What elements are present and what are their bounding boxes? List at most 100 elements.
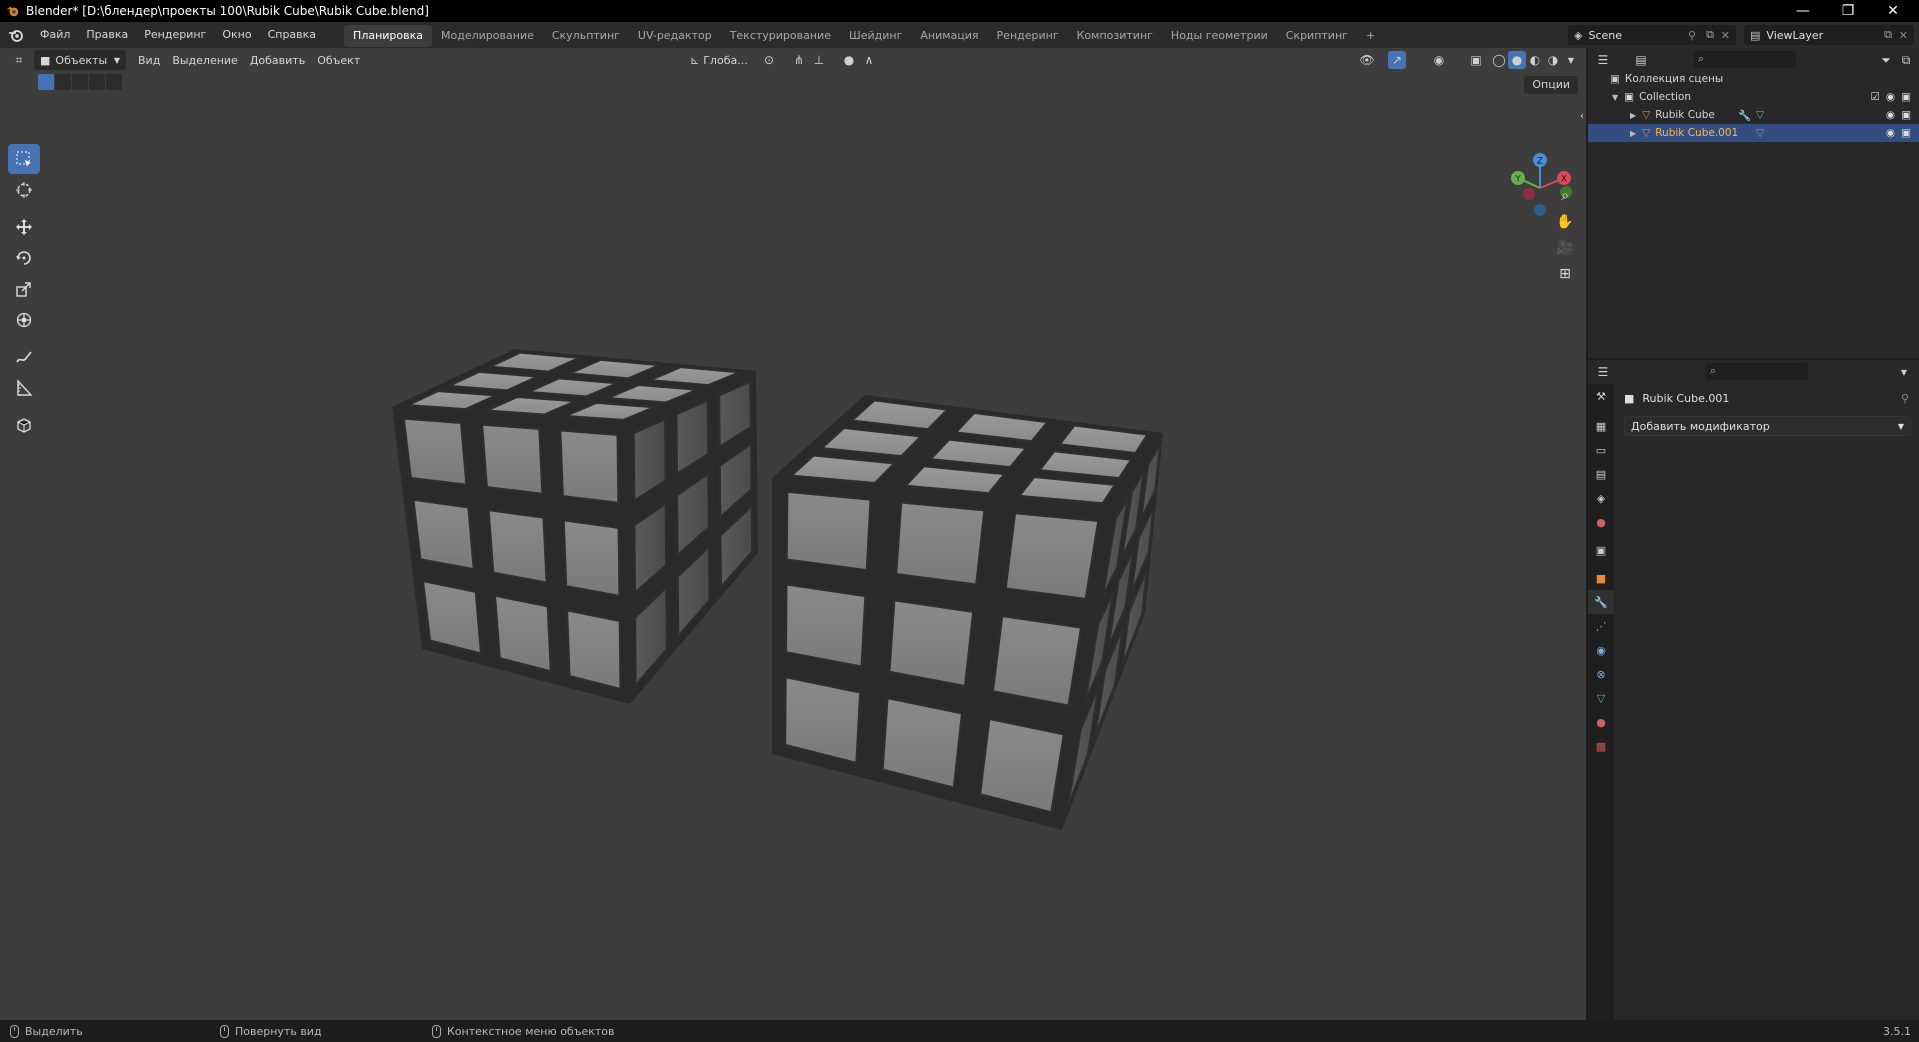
tab-view-layer[interactable]: ▤	[1588, 462, 1614, 486]
workspace-tab-rendering[interactable]: Рендеринг	[988, 25, 1068, 47]
disclosure-triangle-icon[interactable]: ▼	[1612, 93, 1618, 102]
menu-window[interactable]: Окно	[214, 22, 259, 48]
select-invert-icon[interactable]	[89, 74, 105, 90]
gizmo-neg-x-axis[interactable]	[1523, 188, 1535, 200]
tab-output[interactable]: ▭	[1588, 438, 1614, 462]
tab-object[interactable]: ■	[1588, 566, 1614, 590]
tab-scene[interactable]: ◈	[1588, 486, 1614, 510]
gizmo-neg-z-axis[interactable]	[1534, 204, 1546, 216]
camera-icon[interactable]: ▣	[1901, 91, 1911, 103]
new-collection-icon[interactable]: ⧉	[1897, 51, 1915, 69]
rotate-tool[interactable]	[8, 243, 40, 273]
gizmo-toggle-icon[interactable]: ↗	[1388, 51, 1406, 69]
tab-constraints[interactable]: ⊗	[1588, 662, 1614, 686]
wireframe-shading-icon[interactable]: ◯	[1490, 51, 1508, 69]
menu-view[interactable]: Вид	[132, 50, 166, 70]
menu-render[interactable]: Рендеринг	[136, 22, 214, 48]
solid-shading-icon[interactable]: ●	[1508, 51, 1526, 69]
menu-edit[interactable]: Правка	[78, 22, 136, 48]
view-layer-selector[interactable]: ▤ ViewLayer ⧉ ✕	[1744, 25, 1914, 45]
workspace-tab-shading[interactable]: Шейдинг	[840, 25, 911, 47]
properties-search-input[interactable]: ⌕	[1706, 363, 1808, 380]
falloff-icon[interactable]: ∧	[860, 51, 878, 69]
add-modifier-dropdown[interactable]: Добавить модификатор ▼	[1624, 416, 1911, 436]
close-window-button[interactable]: ✕	[1871, 0, 1915, 22]
select-extend-icon[interactable]	[55, 74, 71, 90]
filter-icon[interactable]: ⏷	[1877, 51, 1895, 69]
move-tool[interactable]	[8, 212, 40, 242]
proportional-edit-icon[interactable]: ●	[840, 51, 858, 69]
camera-view-icon[interactable]: 🎥	[1553, 236, 1577, 260]
outliner-row-scene-collection[interactable]: ▣ Коллекция сцены	[1588, 70, 1919, 88]
disclosure-triangle-icon[interactable]: ▶	[1630, 111, 1636, 120]
select-box-tool[interactable]	[8, 144, 40, 174]
delete-scene-icon[interactable]: ✕	[1721, 29, 1730, 42]
scene-selector[interactable]: ◈ Scene ⚲ ⧉ ✕	[1568, 25, 1736, 45]
modifier-wrench-icon[interactable]: 🔧	[1738, 109, 1751, 122]
pan-hand-icon[interactable]: ✋	[1553, 210, 1577, 234]
tab-world[interactable]: ●	[1588, 510, 1614, 534]
add-cube-tool[interactable]	[8, 410, 40, 440]
add-workspace-button[interactable]: +	[1357, 25, 1384, 47]
tab-physics[interactable]: ◉	[1588, 638, 1614, 662]
workspace-tab-uv-editing[interactable]: UV-редактор	[629, 25, 721, 47]
3d-viewport[interactable]: ⌗ ■ Объекты ▼ Вид Выделение Добавить Объ…	[0, 48, 1586, 1020]
workspace-tab-geometry-nodes[interactable]: Ноды геометрии	[1162, 25, 1277, 47]
cursor-tool[interactable]	[8, 175, 40, 205]
camera-icon[interactable]: ▣	[1901, 127, 1911, 139]
camera-icon[interactable]: ▣	[1901, 109, 1911, 121]
tab-texture[interactable]: ▩	[1588, 734, 1614, 758]
perspective-grid-icon[interactable]: ⊞	[1553, 262, 1577, 286]
menu-file[interactable]: Файл	[32, 22, 78, 48]
select-new-icon[interactable]	[38, 74, 54, 90]
scale-tool[interactable]	[8, 274, 40, 304]
tab-particles[interactable]: ⋰	[1588, 614, 1614, 638]
measure-tool[interactable]	[8, 373, 40, 403]
pivot-icon[interactable]: ⊙	[760, 51, 778, 69]
outliner-row-collection[interactable]: ▼ ▣ Collection ☑ ◉ ▣	[1588, 88, 1919, 106]
minimize-button[interactable]: —	[1781, 0, 1825, 22]
menu-add[interactable]: Добавить	[244, 50, 311, 70]
outliner-search-input[interactable]: ⌕	[1694, 51, 1796, 68]
workspace-tab-layout[interactable]: Планировка	[344, 25, 433, 47]
mesh-data-icon[interactable]: ▽	[1756, 109, 1764, 121]
outliner-editor-icon[interactable]: ☰	[1594, 51, 1612, 69]
menu-object[interactable]: Объект	[311, 50, 366, 70]
eye-icon[interactable]: ◉	[1886, 127, 1895, 139]
xray-toggle-icon[interactable]: ▣	[1467, 51, 1485, 69]
tab-modifiers[interactable]: 🔧	[1588, 590, 1614, 614]
workspace-tab-compositing[interactable]: Композитинг	[1068, 25, 1162, 47]
outliner-row-object[interactable]: ▶ ▽ Rubik Cube 🔧 ▽ ◉ ▣	[1588, 106, 1919, 124]
new-scene-icon[interactable]: ⧉	[1706, 28, 1714, 42]
options-dropdown[interactable]: Опции	[1524, 76, 1578, 94]
shading-options-icon[interactable]: ▼	[1562, 51, 1580, 69]
workspace-tab-scripting[interactable]: Скриптинг	[1277, 25, 1357, 47]
rendered-shading-icon[interactable]: ◑	[1544, 51, 1562, 69]
tab-data[interactable]: ▽	[1588, 686, 1614, 710]
snap-icon[interactable]: ⋔	[790, 51, 808, 69]
pin-icon[interactable]: ⚲	[1901, 392, 1909, 405]
disclosure-triangle-icon[interactable]: ▶	[1630, 129, 1636, 138]
transform-orientation-dropdown[interactable]: ⊾ Глоба...	[684, 50, 754, 70]
visibility-icon[interactable]: 👁	[1358, 51, 1376, 69]
eye-icon[interactable]: ◉	[1886, 109, 1895, 121]
menu-help[interactable]: Справка	[260, 22, 324, 48]
blender-menu-icon[interactable]	[8, 27, 24, 43]
workspace-tab-sculpting[interactable]: Скульптинг	[543, 25, 629, 47]
tab-render[interactable]: ▦	[1588, 414, 1614, 438]
workspace-tab-texture-paint[interactable]: Текстурирование	[721, 25, 840, 47]
tab-material[interactable]: ●	[1588, 710, 1614, 734]
delete-view-layer-icon[interactable]: ✕	[1899, 29, 1908, 42]
zoom-icon[interactable]: ⌕	[1553, 184, 1577, 208]
material-shading-icon[interactable]: ◐	[1526, 51, 1544, 69]
tab-collection[interactable]: ▣	[1588, 538, 1614, 562]
select-intersect-icon[interactable]	[106, 74, 122, 90]
outliner-row-object-selected[interactable]: ▶ ▽ Rubik Cube.001 ▽ ◉ ▣	[1588, 124, 1919, 142]
workspace-tab-modeling[interactable]: Моделирование	[432, 25, 543, 47]
mesh-data-icon[interactable]: ▽	[1756, 127, 1764, 139]
tab-tool[interactable]: ⚒	[1588, 384, 1614, 408]
transform-tool[interactable]	[8, 305, 40, 335]
menu-select[interactable]: Выделение	[166, 50, 244, 70]
select-subtract-icon[interactable]	[72, 74, 88, 90]
snap-target-icon[interactable]: ⊥	[810, 51, 828, 69]
